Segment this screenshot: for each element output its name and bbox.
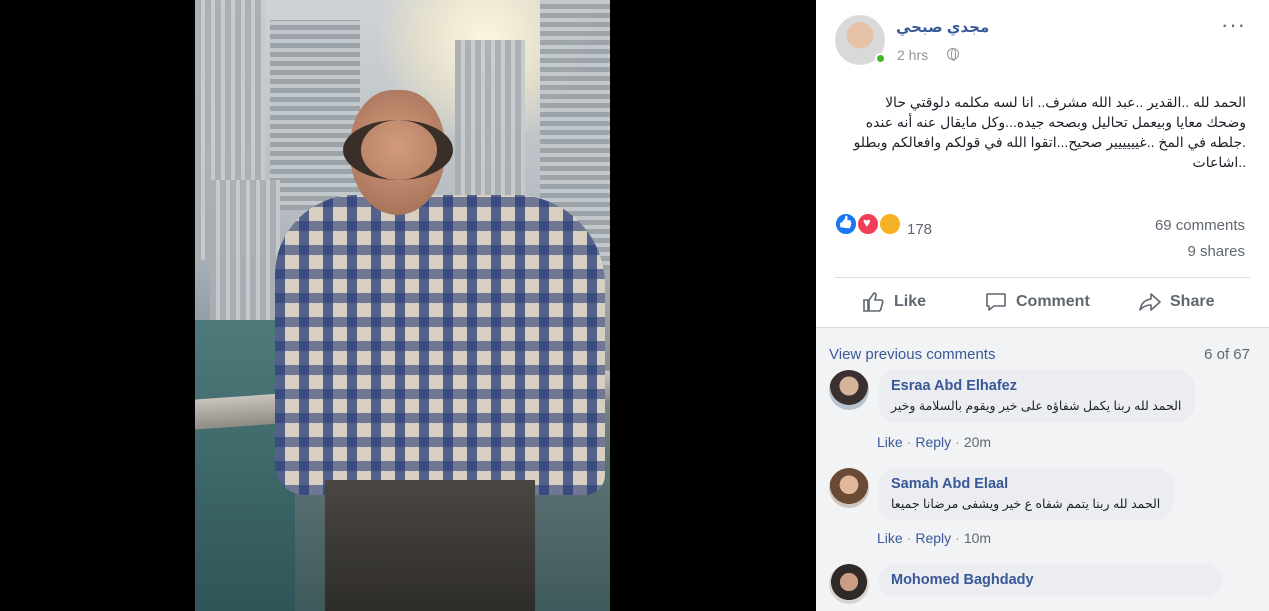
comments-page-count: 6 of 67 — [1204, 346, 1250, 363]
comment-bubble: Esraa Abd Elhafez الحمد لله ربنا يكمل شف… — [878, 370, 1196, 422]
thumbs-up-icon — [863, 292, 884, 312]
post-panel: مجدي صبحي 2 hrs ··· الحمد لله ..القدير .… — [816, 0, 1269, 611]
hair — [343, 120, 453, 180]
reactions-summary[interactable] — [834, 212, 902, 240]
like-label: Like — [894, 293, 927, 310]
comment-time[interactable]: 20m — [964, 434, 991, 450]
comment-actions: Like · Reply · 10m — [877, 530, 992, 546]
comment-time[interactable]: 10m — [964, 530, 991, 546]
comment-text: الحمد لله ربنا يكمل شفاؤه على خير ويقوم … — [891, 399, 1182, 413]
comment-like-link[interactable]: Like — [877, 530, 903, 546]
reaction-count[interactable]: 178 — [907, 221, 932, 238]
comment-bubble: Samah Abd Elaal الحمد لله ربنا يتمم شفاه… — [878, 468, 1175, 520]
comment-text: الحمد لله ربنا يتمم شفاه ع خير ويشفى مرض… — [891, 497, 1161, 511]
share-button[interactable]: Share — [1138, 291, 1214, 313]
care-icon — [878, 212, 902, 236]
comment-like-link[interactable]: Like — [877, 434, 903, 450]
love-icon — [856, 212, 880, 236]
post-photo[interactable] — [195, 0, 610, 611]
comment-actions: Like · Reply · 20m — [877, 434, 992, 450]
commenter-name[interactable]: Mohomed Baghdady — [891, 572, 1208, 588]
like-icon — [834, 212, 858, 236]
comment-button[interactable]: Comment — [984, 291, 1090, 313]
pants — [325, 480, 535, 611]
globe-icon[interactable] — [947, 48, 959, 61]
share-icon — [1139, 293, 1161, 311]
person-figure — [255, 80, 610, 611]
comments-section: View previous comments 6 of 67 Esraa Abd… — [816, 327, 1269, 611]
comment-reply-link[interactable]: Reply — [915, 530, 951, 546]
plaid-shirt — [275, 195, 605, 495]
comment-bubble: Mohomed Baghdady — [878, 564, 1222, 597]
shares-count[interactable]: 9 shares — [1187, 243, 1245, 260]
online-status-icon — [875, 53, 886, 64]
share-label: Share — [1170, 293, 1215, 310]
more-options-icon[interactable]: ··· — [1221, 14, 1246, 36]
commenter-avatar[interactable] — [829, 370, 869, 410]
comment-label: Comment — [1016, 293, 1090, 310]
post-time[interactable]: 2 hrs — [897, 47, 928, 63]
author-name[interactable]: مجدي صبحي — [896, 18, 989, 36]
comments-count[interactable]: 69 comments — [1155, 217, 1245, 234]
commenter-avatar[interactable] — [829, 468, 869, 508]
divider — [835, 277, 1250, 278]
commenter-avatar[interactable] — [829, 564, 869, 604]
comment-reply-link[interactable]: Reply — [915, 434, 951, 450]
commenter-name[interactable]: Samah Abd Elaal — [891, 476, 1160, 492]
like-button[interactable]: Like — [862, 291, 926, 313]
comment-icon — [986, 293, 1006, 311]
commenter-name[interactable]: Esraa Abd Elhafez — [891, 378, 1181, 394]
post-text: الحمد لله ..القدير ..عبد الله مشرف.. انا… — [853, 94, 1246, 170]
view-previous-comments-link[interactable]: View previous comments — [829, 346, 995, 363]
